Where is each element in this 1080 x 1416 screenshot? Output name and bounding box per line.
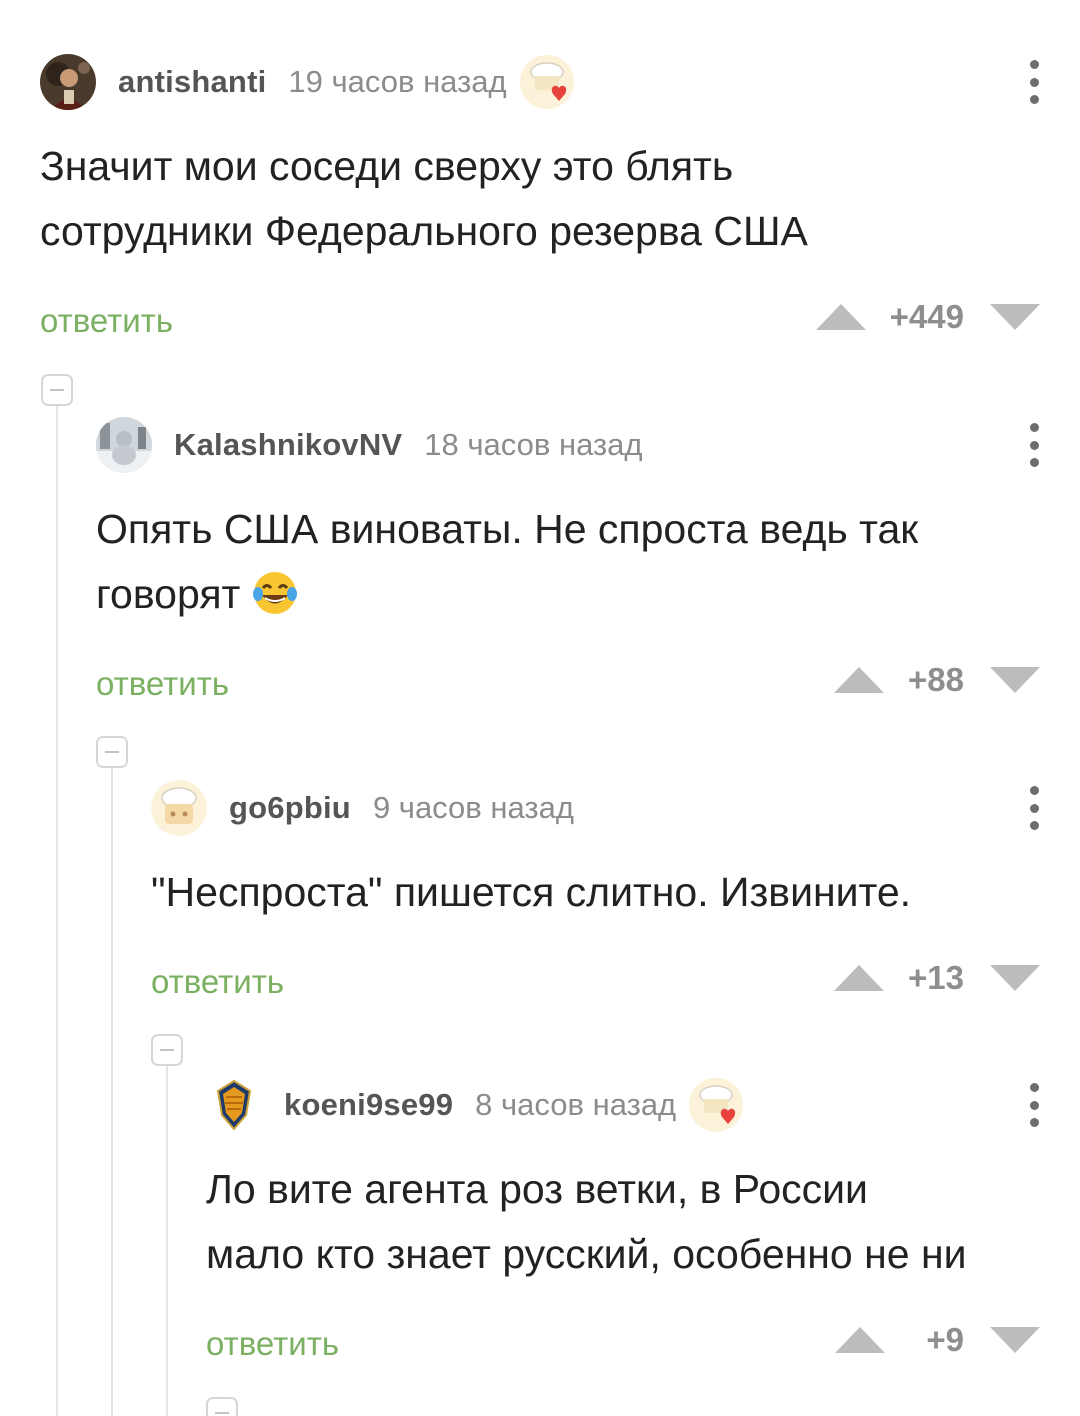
collapse-thread-button[interactable] xyxy=(96,736,128,768)
chef-hat-heart-icon xyxy=(688,1077,744,1133)
comment: koeni9se99 8 часов назад Ло вите агента … xyxy=(206,1077,1040,1369)
comment-time: 9 часов назад xyxy=(372,790,574,825)
comment-text-segment: говорят xyxy=(96,571,241,617)
collapse-thread-button[interactable] xyxy=(41,374,73,406)
vote-controls: +13 xyxy=(834,959,1040,997)
vote-controls: +9 xyxy=(835,1321,1040,1359)
comment: KalashnikovNV 18 часов назад Опять США в… xyxy=(96,417,1040,709)
comment: antishanti 19 часов назад Значит мои сос… xyxy=(40,54,1040,346)
avatar[interactable] xyxy=(206,1077,262,1133)
downvote-triangle-icon[interactable] xyxy=(990,965,1040,991)
downvote-triangle-icon[interactable] xyxy=(990,304,1040,330)
reply-button[interactable]: ответить xyxy=(151,963,284,1001)
thread-line-level-1 xyxy=(56,406,58,1416)
more-vertical-icon[interactable] xyxy=(1022,782,1046,834)
collapse-thread-button[interactable] xyxy=(206,1397,238,1416)
author-name[interactable]: go6pbiu xyxy=(229,790,351,826)
comment-text-line: сотрудники Федерального резерва США xyxy=(40,208,808,254)
author-name[interactable]: KalashnikovNV xyxy=(174,427,402,463)
laughing-tears-emoji-icon xyxy=(252,570,298,616)
comment-header: antishanti 19 часов назад xyxy=(40,54,1040,110)
comment-text-line: Значит мои соседи сверху это блять xyxy=(40,143,734,189)
avatar[interactable] xyxy=(96,417,152,473)
more-vertical-icon[interactable] xyxy=(1022,419,1046,471)
comment: go6pbiu 9 часов назад "Неспроста" пишетс… xyxy=(151,780,1040,1007)
rating-value: +449 xyxy=(889,298,964,335)
collapse-thread-button[interactable] xyxy=(151,1034,183,1066)
downvote-triangle-icon[interactable] xyxy=(990,667,1040,693)
avatar[interactable] xyxy=(151,780,207,836)
author-name[interactable]: antishanti xyxy=(118,64,266,100)
upvote-triangle-icon[interactable] xyxy=(835,1327,885,1353)
vote-controls: +449 xyxy=(815,298,1040,336)
vote-controls: +88 xyxy=(834,661,1040,699)
comment-text-line: Ло вите агента роз ветки, в России xyxy=(206,1166,868,1212)
upvote-triangle-icon[interactable] xyxy=(815,304,866,330)
comment-text: Значит мои соседи сверху это блять сотру… xyxy=(40,134,1040,264)
comment-time: 19 часов назад xyxy=(288,64,507,99)
upvote-triangle-icon[interactable] xyxy=(834,965,885,991)
rating-value: +9 xyxy=(926,1321,964,1358)
comment-header: go6pbiu 9 часов назад xyxy=(151,780,1040,836)
more-vertical-icon[interactable] xyxy=(1022,56,1046,108)
comment-text: Опять США виноваты. Не спроста ведь так … xyxy=(96,497,1040,627)
comment-header: KalashnikovNV 18 часов назад xyxy=(96,417,1040,473)
thread-line-level-2 xyxy=(111,768,113,1416)
comment-text: Ло вите агента роз ветки, в России мало … xyxy=(206,1157,1040,1287)
comment-actions: ответить +449 xyxy=(40,298,1040,346)
comment-text-line: говорят xyxy=(96,562,1040,627)
thread-line-level-3 xyxy=(166,1064,168,1416)
downvote-triangle-icon[interactable] xyxy=(990,1327,1040,1353)
more-vertical-icon[interactable] xyxy=(1022,1079,1046,1131)
reply-button[interactable]: ответить xyxy=(96,665,229,703)
comment-header: koeni9se99 8 часов назад xyxy=(206,1077,1040,1133)
author-name[interactable]: koeni9se99 xyxy=(284,1087,453,1123)
rating-value: +13 xyxy=(908,959,964,996)
chef-hat-heart-icon xyxy=(519,54,575,110)
reply-button[interactable]: ответить xyxy=(40,302,173,340)
comment-actions: ответить +13 xyxy=(151,959,1040,1007)
comment-time: 18 часов назад xyxy=(424,427,643,462)
rating-value: +88 xyxy=(908,661,964,698)
comment-text-line: Опять США виноваты. Не спроста ведь так xyxy=(96,506,919,552)
comment-time: 8 часов назад xyxy=(475,1087,677,1122)
avatar[interactable] xyxy=(40,54,96,110)
comment-text: "Неспроста" пишется слитно. Извините. xyxy=(151,860,1040,925)
upvote-triangle-icon[interactable] xyxy=(834,667,885,693)
comment-text-line: мало кто знает русский, особенно не ни xyxy=(206,1231,967,1277)
comment-actions: ответить +9 xyxy=(206,1321,1040,1369)
comment-text-line: "Неспроста" пишется слитно. Извините. xyxy=(151,869,912,915)
reply-button[interactable]: ответить xyxy=(206,1325,339,1363)
comment-actions: ответить +88 xyxy=(96,661,1040,709)
